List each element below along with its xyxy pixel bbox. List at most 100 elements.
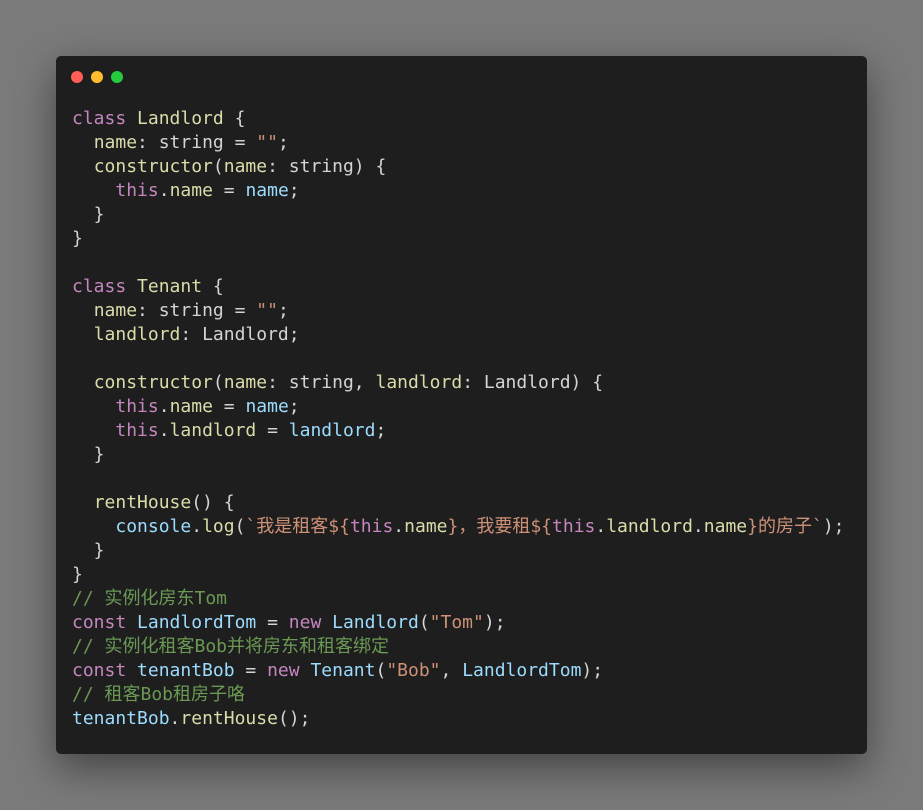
code-token: } [72,540,105,561]
code-token: name [245,396,289,417]
code-token: `我是租客${ [245,516,350,537]
code-token: . [169,708,181,729]
code-line: this.landlord = landlord; [72,419,845,443]
code-token: tenantBob [137,660,235,681]
code-line: class Landlord { [72,107,845,131]
code-token: new [267,660,300,681]
code-token: { [223,108,246,129]
code-line: } [72,203,845,227]
code-token: } [72,444,105,465]
code-token: "" [256,132,278,153]
code-token: . [158,396,170,417]
code-line: class Tenant { [72,275,845,299]
code-token: ; [288,180,300,201]
code-token: { [202,276,224,297]
code-token: name [404,516,448,537]
code-token: ( [212,372,224,393]
code-token: ; [277,132,289,153]
code-line: } [72,443,845,467]
window-titlebar [56,56,867,96]
code-token: log [202,516,235,537]
code-token: : string, [267,372,376,393]
code-token: rentHouse [93,492,192,513]
code-token: ); [822,516,845,537]
minimize-window-button[interactable] [91,71,103,83]
code-token: . [595,516,607,537]
maximize-window-button[interactable] [111,71,123,83]
code-token: Landlord [332,612,419,633]
code-token: }的房子` [747,516,823,537]
code-token: ; [288,396,300,417]
code-token: landlord [606,516,693,537]
code-window: class Landlord { name: string = ""; cons… [56,56,867,754]
code-token: ); [483,612,506,633]
code-token: "" [256,300,278,321]
code-token: // 租客Bob租房子咯 [72,684,246,705]
code-line: rentHouse() { [72,491,845,515]
code-token: name [169,180,213,201]
code-token: Landlord [137,108,224,129]
code-token: name [245,180,289,201]
code-token: . [158,420,170,441]
code-token: landlord [288,420,376,441]
code-token: () { [191,492,235,513]
code-token: (); [277,708,311,729]
code-token: ( [234,516,246,537]
code-token: } [72,204,105,225]
code-token: rentHouse [180,708,278,729]
code-line: tenantBob.rentHouse(); [72,707,845,731]
close-window-button[interactable] [71,71,83,83]
code-line: name: string = ""; [72,299,845,323]
code-token: = [256,612,289,633]
code-line: this.name = name; [72,395,845,419]
code-token: }，我要租${ [447,516,553,537]
code-token: : Landlord) { [462,372,604,393]
code-line: // 实例化房东Tom [72,587,845,611]
code-token: constructor [93,372,213,393]
code-line: // 租客Bob租房子咯 [72,683,845,707]
code-token: this [115,180,159,201]
code-token: // 实例化租客Bob并将房东和租客绑定 [72,636,390,657]
code-line: const LandlordTom = new Landlord("Tom"); [72,611,845,635]
code-token: name [223,372,268,393]
code-token: . [692,516,704,537]
code-token: = [256,420,289,441]
code-token: Tenant [310,660,376,681]
code-token: this [115,396,159,417]
code-token: this [552,516,596,537]
code-token: tenantBob [72,708,170,729]
code-token: new [288,612,322,633]
code-token: class [72,108,127,129]
code-token: } [72,564,83,585]
code-token: this [349,516,394,537]
code-token: name [93,300,138,321]
code-token: : string = [137,132,257,153]
code-token: : string) { [267,156,387,177]
code-token: = [212,396,246,417]
code-line: const tenantBob = new Tenant("Bob", Land… [72,659,845,683]
code-line: this.name = name; [72,179,845,203]
code-token: console [115,516,192,537]
code-line: // 实例化租客Bob并将房东和租客绑定 [72,635,845,659]
code-token: = [212,180,246,201]
code-token: , [440,660,463,681]
code-token: "Tom" [429,612,484,633]
code-token: landlord [93,324,181,345]
code-token: . [191,516,203,537]
code-token: name [169,396,213,417]
code-token: . [158,180,170,201]
code-token: ; [375,420,387,441]
